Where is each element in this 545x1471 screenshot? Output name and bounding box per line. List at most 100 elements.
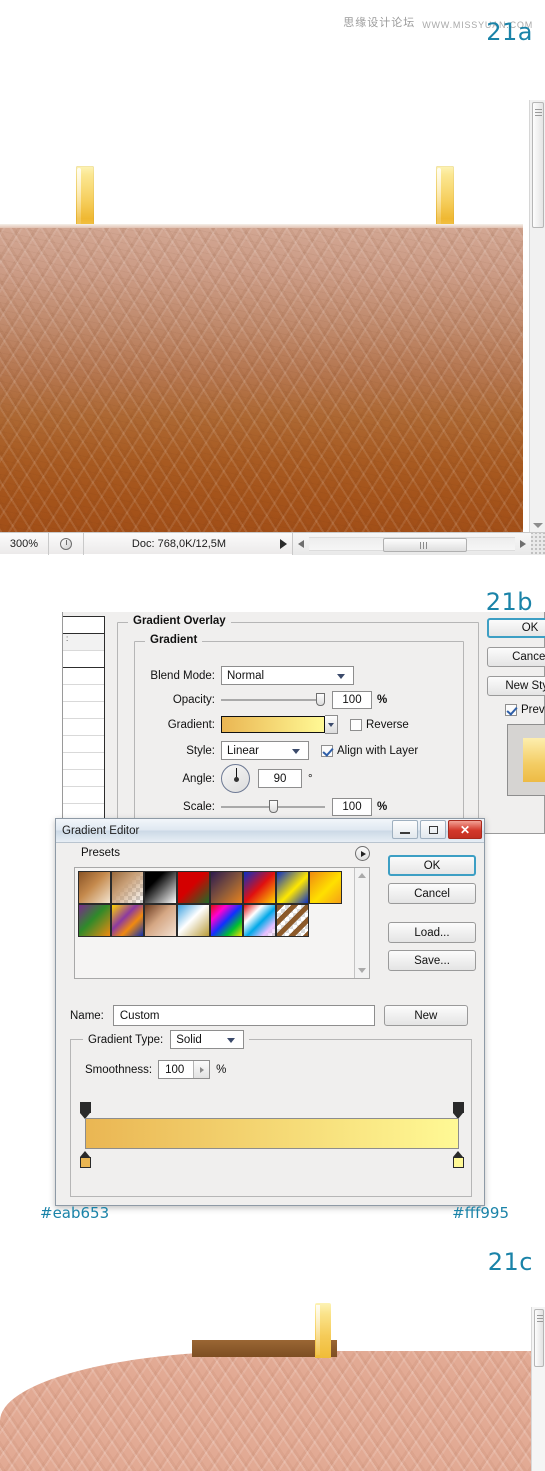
scale-slider[interactable] [221, 800, 325, 813]
gradient-editor-body: Presets OK Cancel Load... Save... Name: [56, 843, 486, 1207]
style-select[interactable]: Linear [221, 741, 309, 760]
styles-list-row[interactable] [63, 617, 104, 634]
resize-grip-icon[interactable] [531, 532, 545, 555]
preset-swatch-transparent-rainbow[interactable] [243, 904, 276, 937]
styles-list-row[interactable]: : [63, 634, 104, 651]
layer-style-ok-button[interactable]: OK [487, 618, 545, 638]
presets-pane[interactable] [74, 867, 370, 979]
styles-list-row[interactable] [63, 668, 104, 685]
blend-mode-value: Normal [227, 669, 265, 682]
blend-mode-label: Blend Mode: [150, 669, 215, 682]
styles-list-row[interactable] [63, 753, 104, 770]
reverse-label: Reverse [366, 718, 409, 731]
new-style-button[interactable]: New Style... [487, 676, 545, 696]
styles-list[interactable]: : [63, 616, 105, 826]
preset-swatch-yellow-violet-orange-blue[interactable] [111, 904, 144, 937]
preset-swatch-blue-red-yellow[interactable] [243, 871, 276, 904]
play-triangle-icon[interactable] [274, 538, 292, 549]
right-arrow-icon[interactable] [515, 539, 531, 548]
preset-swatch-copper[interactable] [144, 904, 177, 937]
gradient-overlay-title: Gradient Overlay [128, 615, 231, 627]
close-icon[interactable]: ✕ [448, 820, 482, 839]
preset-swatch-black-white[interactable] [144, 871, 177, 904]
horizontal-scroll-track[interactable] [309, 536, 515, 552]
gradient-picker-chevron-icon[interactable] [325, 715, 338, 734]
gradient-preview-swatch[interactable] [221, 716, 325, 733]
vertical-scroll-thumb[interactable] [534, 1309, 544, 1367]
gradient-type-select[interactable]: Solid [170, 1030, 245, 1049]
preset-swatch-violet-green-orange[interactable] [78, 904, 111, 937]
preset-swatch-transparent-stripes[interactable] [276, 904, 309, 937]
reverse-checkbox[interactable] [350, 718, 362, 731]
zoom-level[interactable]: 300% [0, 538, 48, 550]
style-value: Linear [227, 744, 259, 757]
color-stop-left[interactable] [80, 1151, 91, 1168]
scroll-down-arrow-icon[interactable] [533, 523, 543, 528]
watermark-chinese-text: 思缘设计论坛 [343, 17, 416, 29]
opacity-stop-right[interactable] [453, 1102, 464, 1119]
smoothness-value: 100 [165, 1063, 185, 1076]
preset-swatch-spectrum[interactable] [210, 904, 243, 937]
horizontal-scroll-thumb[interactable] [383, 537, 468, 552]
gradient-type-header: Gradient Type: Solid [83, 1030, 250, 1049]
opacity-slider[interactable] [221, 693, 325, 706]
opacity-value[interactable]: 100 [332, 691, 372, 709]
save-button[interactable]: Save... [388, 950, 476, 971]
styles-list-row[interactable] [63, 719, 104, 736]
preset-menu-arrow-icon[interactable] [355, 846, 370, 861]
gold-clip-right [436, 166, 454, 228]
color-stop-right[interactable] [453, 1151, 464, 1168]
scale-slider-knob[interactable] [269, 800, 278, 813]
opacity-stop-left[interactable] [80, 1102, 91, 1119]
blend-mode-select[interactable]: Normal [221, 666, 354, 685]
style-preview-swatch-inner [523, 738, 545, 782]
scale-unit: % [377, 801, 388, 813]
minimize-icon[interactable] [392, 820, 418, 839]
layer-style-cancel-button[interactable]: Cancel [487, 647, 545, 667]
preset-swatch-foreground-to-background[interactable] [78, 871, 111, 904]
canvas-horizontal-scrollbar[interactable] [292, 532, 545, 555]
gradient-editor-titlebar[interactable]: Gradient Editor ✕ [56, 819, 484, 843]
chevron-down-icon [292, 749, 300, 754]
preset-swatch-foreground-to-transparent[interactable] [111, 871, 144, 904]
new-gradient-button[interactable]: New [383, 1005, 468, 1026]
styles-list-row[interactable] [63, 770, 104, 787]
clock-icon[interactable] [49, 537, 83, 550]
styles-list-row[interactable] [63, 651, 104, 668]
align-with-layer-checkbox[interactable] [321, 744, 333, 757]
scroll-up-arrow-icon[interactable] [358, 873, 366, 878]
load-button[interactable]: Load... [388, 922, 476, 943]
canvas-vertical-scrollbar[interactable] [529, 100, 545, 532]
preset-swatch-red-green[interactable] [177, 871, 210, 904]
opacity-slider-knob[interactable] [316, 693, 325, 706]
styles-list-row[interactable] [63, 702, 104, 719]
scale-value[interactable]: 100 [332, 798, 372, 816]
preset-swatch-chrome[interactable] [177, 904, 210, 937]
styles-list-row[interactable] [63, 685, 104, 702]
gradient-overlay-section: Gradient Overlay Gradient Blend Mode: No… [117, 615, 479, 827]
gradient-editor-ok-button[interactable]: OK [388, 855, 476, 876]
step-label-21a: 21a [486, 18, 533, 46]
smoothness-input[interactable]: 100 [158, 1060, 211, 1079]
preset-swatch-blue-yellow-blue[interactable] [276, 871, 309, 904]
name-row: Name: Custom New [70, 1005, 468, 1026]
angle-dial[interactable] [221, 764, 250, 793]
gradient-editor-cancel-button[interactable]: Cancel [388, 883, 476, 904]
maximize-icon[interactable] [420, 820, 446, 839]
smoothness-stepper-icon[interactable] [193, 1061, 210, 1078]
preview-checkbox[interactable] [505, 704, 517, 716]
preset-swatch-orange-yellow-orange[interactable] [309, 871, 342, 904]
styles-list-row[interactable] [63, 787, 104, 804]
gradient-name-input[interactable]: Custom [112, 1005, 375, 1026]
presets-scrollbar[interactable] [354, 868, 369, 978]
style-row: Style: Linear Align with Layer [139, 741, 418, 760]
preset-swatch-violet-orange[interactable] [210, 871, 243, 904]
left-arrow-icon[interactable] [293, 539, 309, 548]
gradient-preview-bar[interactable] [85, 1118, 459, 1149]
scroll-down-arrow-icon[interactable] [358, 968, 366, 973]
styles-list-row[interactable] [63, 736, 104, 753]
vertical-scroll-thumb[interactable] [532, 102, 544, 228]
canvas-vertical-scrollbar[interactable] [531, 1307, 545, 1471]
angle-value[interactable]: 90 [258, 769, 302, 788]
gradient-group: Gradient Blend Mode: Normal Opacity: 100… [134, 634, 464, 823]
